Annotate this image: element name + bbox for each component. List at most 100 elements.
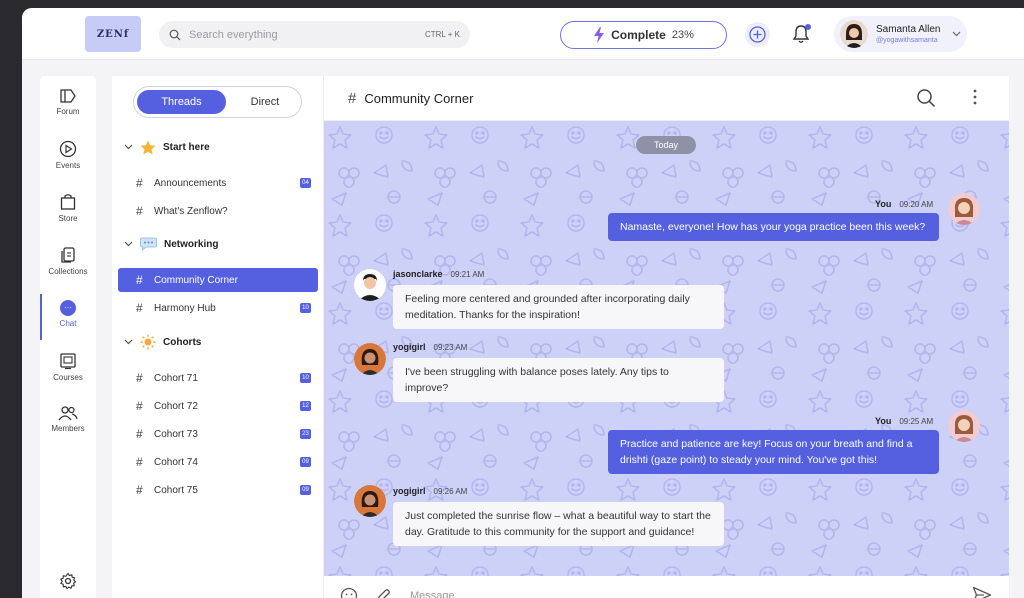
hash-icon: #	[136, 427, 143, 441]
message-bubble: I've been struggling with balance poses …	[393, 358, 724, 402]
more-vertical-icon[interactable]	[973, 88, 977, 106]
nav-rail: Forum Events Store Collections ··· Chat …	[40, 76, 96, 598]
search-bar[interactable]: CTRL + K	[159, 21, 470, 48]
user-menu[interactable]: Samanta Allen @yogawithsamanta	[834, 16, 967, 52]
channel-whats-zenflow[interactable]: # What's Zenflow?	[118, 199, 318, 223]
message-input[interactable]	[410, 590, 810, 598]
channel-harmony-hub[interactable]: # Harmony Hub 10	[118, 296, 318, 320]
nav-collections-label: Collections	[48, 267, 88, 276]
nav-chat[interactable]: ··· Chat	[40, 294, 96, 350]
channel-cohort-71[interactable]: # Cohort 71 10	[118, 366, 318, 390]
channel-cohort-72[interactable]: # Cohort 72 12	[118, 394, 318, 418]
complete-progress-button[interactable]: Complete 23%	[560, 21, 727, 49]
nav-members-label: Members	[51, 424, 85, 433]
message-time: 09:21 AM	[450, 270, 485, 279]
logo-text: ZENf	[96, 28, 130, 40]
unread-badge: 12	[300, 401, 311, 411]
group-start-here-label: Start here	[163, 141, 210, 153]
channel-name: Cohort 75	[154, 484, 198, 496]
store-bag-icon	[60, 194, 76, 210]
user-handle: @yogawithsamanta	[876, 37, 938, 44]
group-cohorts[interactable]: Cohorts	[124, 333, 201, 351]
nav-events[interactable]: Events	[40, 140, 96, 190]
search-shortcut: CTRL + K	[424, 30, 460, 39]
message-author: jasonclarke	[393, 269, 443, 279]
hash-icon: #	[136, 399, 143, 413]
emoji-icon[interactable]	[340, 587, 358, 598]
search-icon[interactable]	[916, 88, 936, 108]
avatar	[354, 269, 386, 301]
message-meta: You 09:25 AM	[875, 416, 933, 426]
user-name: Samanta Allen	[876, 24, 941, 35]
message-author: You	[875, 199, 892, 209]
unread-badge: 09	[300, 457, 311, 467]
send-icon[interactable]	[972, 586, 992, 598]
nav-store[interactable]: Store	[40, 193, 96, 243]
channel-community-corner[interactable]: # Community Corner	[118, 268, 318, 292]
lightning-icon	[594, 27, 605, 43]
nav-store-label: Store	[58, 214, 78, 223]
channel-announcements[interactable]: # Announcements 04	[118, 171, 318, 195]
nav-settings[interactable]	[40, 572, 96, 598]
nav-members[interactable]: Members	[40, 405, 96, 455]
group-start-here[interactable]: Start here	[124, 138, 210, 156]
channel-name: Cohort 72	[154, 400, 198, 412]
logo[interactable]: ZENf	[85, 16, 141, 52]
paperclip-icon[interactable]	[376, 587, 392, 598]
message-meta: jasonclarke 09:21 AM	[393, 269, 484, 279]
chat-channel-title: Community Corner	[364, 90, 474, 106]
channel-name: Announcements	[154, 177, 227, 189]
message-author: yogigirl	[393, 486, 426, 496]
avatar	[948, 193, 980, 225]
threads-direct-toggle: Threads Direct	[133, 86, 302, 118]
message-meta: You 09:20 AM	[875, 199, 933, 209]
nav-courses-label: Courses	[53, 373, 83, 382]
chevron-down-icon	[124, 241, 133, 247]
nav-collections[interactable]: Collections	[40, 246, 96, 296]
channel-cohort-74[interactable]: # Cohort 74 09	[118, 450, 318, 474]
sun-icon	[140, 334, 156, 350]
chat-pane: # Community Corner Today You 09:20 AM Na…	[324, 76, 1009, 598]
chat-icon: ···	[60, 300, 76, 316]
hash-icon: #	[136, 455, 143, 469]
message-bubble: Just completed the sunrise flow – what a…	[393, 502, 724, 546]
message-time: 09:20 AM	[899, 200, 934, 209]
gear-icon	[59, 572, 77, 590]
app-window: ZENf CTRL + K Complete 23% Samanta Allen…	[22, 8, 1024, 598]
message-author: yogigirl	[393, 342, 426, 352]
hash-icon: #	[136, 301, 143, 315]
events-play-icon	[59, 140, 77, 158]
channel-name: Community Corner	[154, 274, 238, 286]
nav-forum-label: Forum	[56, 107, 80, 116]
unread-badge: 04	[300, 178, 311, 188]
message-bubble: Namaste, everyone! How has your yoga pra…	[608, 213, 939, 241]
courses-icon	[60, 353, 76, 370]
message-meta: yogigirl 09:23 AM	[393, 342, 467, 352]
tab-threads[interactable]: Threads	[137, 90, 226, 114]
message-author: You	[875, 416, 892, 426]
collections-icon	[61, 247, 75, 263]
message-list: Today You 09:20 AM Namaste, everyone! Ho…	[324, 121, 1009, 576]
notifications-button[interactable]	[792, 24, 812, 46]
group-networking[interactable]: Networking	[124, 235, 218, 253]
add-button[interactable]	[745, 22, 770, 47]
hash-icon: #	[136, 273, 143, 287]
search-input[interactable]	[189, 28, 409, 41]
search-icon	[169, 29, 181, 40]
hash-icon: #	[348, 89, 357, 107]
speech-bubble-icon	[140, 237, 157, 251]
channel-cohort-75[interactable]: # Cohort 75 09	[118, 478, 318, 502]
top-bar: ZENf CTRL + K Complete 23% Samanta Allen…	[22, 8, 1024, 60]
nav-forum[interactable]: Forum	[40, 88, 96, 138]
day-separator: Today	[636, 136, 696, 154]
members-icon	[58, 406, 78, 421]
complete-percent: 23%	[671, 29, 694, 41]
message-time: 09:26 AM	[433, 487, 468, 496]
channel-name: Cohort 71	[154, 372, 198, 384]
nav-chat-label: Chat	[59, 319, 77, 328]
notification-dot	[805, 24, 811, 30]
channel-cohort-73[interactable]: # Cohort 73 23	[118, 422, 318, 446]
message-time: 09:23 AM	[433, 343, 468, 352]
nav-courses[interactable]: Courses	[40, 352, 96, 402]
tab-direct[interactable]: Direct	[230, 90, 300, 114]
